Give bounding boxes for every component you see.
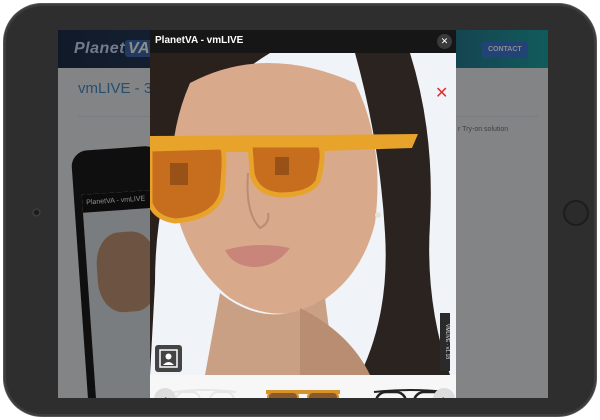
tablet-frame: Planet VA CONTACT vmLIVE - 3 r Try-on sol…	[4, 4, 596, 416]
frames-carousel: ‹ ›	[150, 375, 456, 398]
chevron-right-icon[interactable]: ›	[433, 388, 455, 398]
camera-icon	[32, 208, 41, 217]
portrait-icon	[159, 349, 178, 368]
tryon-photo: ✕ VMLIVE · v1.18	[150, 53, 456, 375]
version-label: VMLIVE · v1.18	[440, 313, 450, 371]
modal-title: PlanetVA - vmLIVE	[155, 35, 244, 46]
model-face-image	[150, 53, 456, 375]
home-button[interactable]	[563, 200, 589, 226]
frame-thumb-amber-sunglasses[interactable]	[264, 384, 342, 398]
user-photo-button[interactable]	[155, 345, 182, 372]
modal-header: PlanetVA - vmLIVE ✕	[150, 30, 456, 53]
dismiss-icon[interactable]: ✕	[435, 86, 448, 102]
tryon-modal: PlanetVA - vmLIVE ✕ ✕ VMLIVE · v1.18	[150, 30, 456, 398]
frame-thumb-clear[interactable]	[170, 384, 240, 398]
close-icon[interactable]: ✕	[437, 34, 452, 49]
